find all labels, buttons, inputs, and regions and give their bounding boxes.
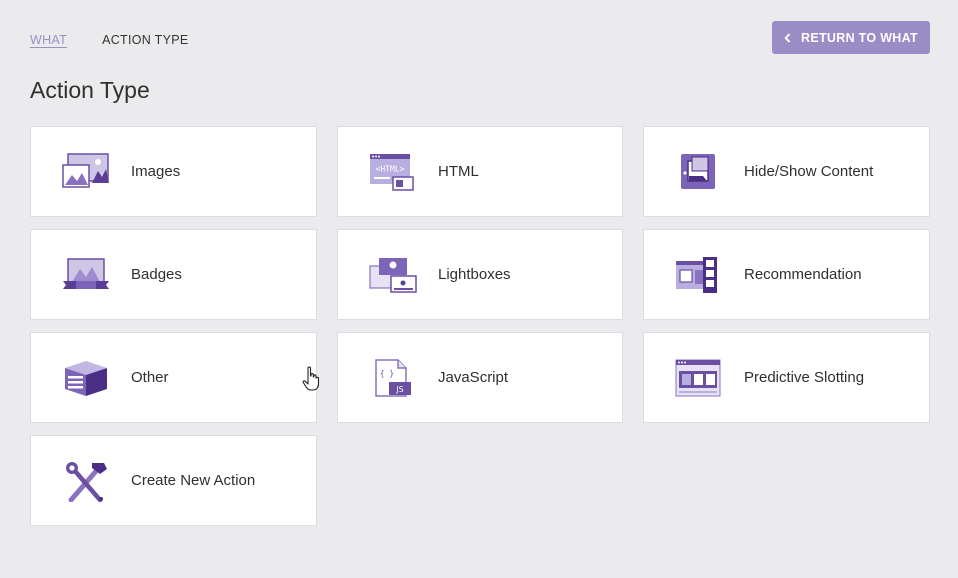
action-card-label: Other: [131, 369, 169, 386]
action-type-grid: Images <HTML> HTML Hide/Show Content Bad…: [30, 126, 930, 526]
return-button-label: RETURN TO WHAT: [801, 30, 918, 45]
predictive-slotting-icon: [674, 357, 724, 399]
action-card-lightboxes[interactable]: Lightboxes: [337, 229, 623, 320]
action-card-javascript[interactable]: { } JS JavaScript: [337, 332, 623, 423]
tools-icon: [61, 460, 111, 502]
html-icon: <HTML>: [368, 151, 418, 193]
lightboxes-icon: [368, 254, 418, 296]
action-card-label: Hide/Show Content: [744, 163, 874, 180]
action-card-label: Predictive Slotting: [744, 369, 865, 386]
js-badge-text: JS: [395, 385, 403, 394]
breadcrumb-current: ACTION TYPE: [102, 33, 189, 47]
action-card-label: HTML: [438, 163, 479, 180]
action-card-label: Create New Action: [131, 472, 256, 489]
breadcrumb-what-link[interactable]: WHAT: [30, 33, 67, 47]
action-card-predictive-slotting[interactable]: Predictive Slotting: [643, 332, 930, 423]
action-card-badges[interactable]: Badges: [30, 229, 317, 320]
other-box-icon: [61, 357, 111, 399]
action-card-html[interactable]: <HTML> HTML: [337, 126, 623, 217]
page-title: Action Type: [30, 77, 150, 103]
recommendation-icon: [674, 254, 724, 296]
action-card-label: Recommendation: [744, 266, 862, 283]
action-card-other[interactable]: Other: [30, 332, 317, 423]
js-braces-text: { }: [380, 369, 394, 378]
action-card-label: JavaScript: [438, 369, 509, 386]
action-card-label: Badges: [131, 266, 182, 283]
badges-icon: [61, 254, 111, 296]
action-card-hide-show-content[interactable]: Hide/Show Content: [643, 126, 930, 217]
return-to-what-button[interactable]: RETURN TO WHAT: [772, 21, 930, 54]
action-card-label: Lightboxes: [438, 266, 511, 283]
images-icon: [61, 151, 111, 193]
javascript-file-icon: { } JS: [368, 357, 418, 399]
action-card-images[interactable]: Images: [30, 126, 317, 217]
hide-show-content-icon: [674, 151, 724, 193]
action-card-create-new-action[interactable]: Create New Action: [30, 435, 317, 526]
breadcrumb: WHAT ACTION TYPE: [30, 33, 189, 47]
action-card-recommendation[interactable]: Recommendation: [643, 229, 930, 320]
html-icon-text: <HTML>: [376, 164, 405, 173]
action-card-label: Images: [131, 163, 181, 180]
chevron-left-icon: [784, 32, 791, 43]
